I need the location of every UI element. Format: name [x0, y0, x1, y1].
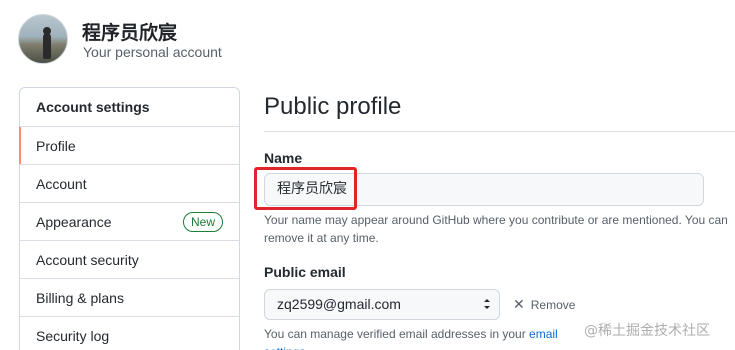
- close-icon: ✕: [513, 296, 525, 312]
- sidebar-item-billing[interactable]: Billing & plans: [20, 279, 239, 317]
- remove-label: Remove: [530, 298, 576, 312]
- sidebar-item-label: Billing & plans: [36, 290, 124, 306]
- sidebar-item-account-security[interactable]: Account security: [20, 241, 239, 279]
- settings-sidebar: Account settings Profile Account Appeara…: [19, 87, 240, 350]
- remove-email-button[interactable]: ✕ Remove: [513, 296, 575, 313]
- settings-page: 程序员欣宸 Your personal account Account sett…: [0, 0, 735, 350]
- sidebar-item-label: Account: [36, 176, 87, 192]
- sidebar-item-appearance[interactable]: Appearance New: [20, 203, 239, 241]
- title-divider: [264, 131, 735, 132]
- page-title: Public profile: [264, 93, 402, 120]
- select-arrows-icon: [484, 299, 490, 309]
- sidebar-item-label: Profile: [36, 138, 76, 154]
- account-subtitle: Your personal account: [83, 44, 222, 60]
- public-email-select[interactable]: zq2599@gmail.com: [264, 289, 500, 320]
- email-help-suffix: .: [305, 345, 308, 350]
- new-badge: New: [182, 212, 223, 232]
- sidebar-item-profile[interactable]: Profile: [19, 127, 239, 165]
- avatar-figure-body: [43, 33, 51, 59]
- sidebar-item-label: Security log: [36, 328, 110, 344]
- avatar[interactable]: [18, 14, 68, 64]
- watermark: @稀土掘金技术社区: [584, 323, 710, 339]
- name-field[interactable]: 程序员欣宸: [264, 173, 704, 206]
- sidebar-item-label: Account security: [36, 252, 139, 268]
- sidebar-item-security-log[interactable]: Security log: [20, 317, 239, 350]
- public-email-value: zq2599@gmail.com: [277, 296, 401, 312]
- email-help-prefix: You can manage verified email addresses …: [264, 327, 530, 341]
- name-help-text: Your name may appear around GitHub where…: [264, 213, 728, 245]
- public-email-label: Public email: [264, 264, 346, 280]
- email-help-text: You can manage verified email addresses …: [264, 325, 604, 350]
- username[interactable]: 程序员欣宸: [82, 18, 177, 45]
- name-label: Name: [264, 150, 303, 166]
- sidebar-item-account[interactable]: Account: [20, 165, 239, 203]
- sidebar-heading: Account settings: [20, 88, 239, 127]
- sidebar-item-label: Appearance: [36, 214, 112, 230]
